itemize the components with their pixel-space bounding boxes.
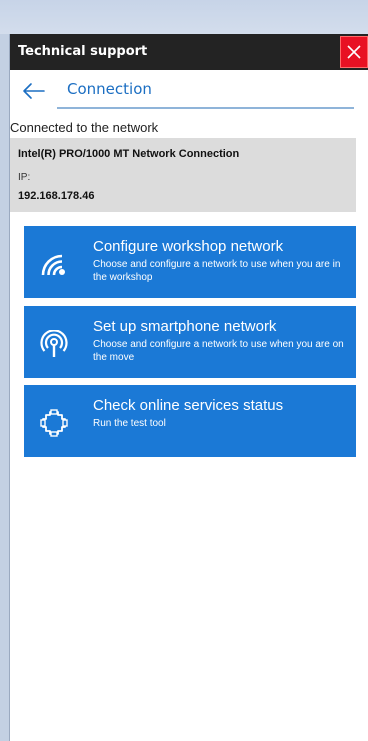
close-button[interactable]: [340, 36, 368, 68]
set-up-smartphone-network-button[interactable]: Set up smartphone network Choose and con…: [24, 306, 356, 378]
services-status-icon: [40, 409, 68, 437]
arrow-left-icon: [23, 83, 45, 99]
desktop-background: [0, 0, 368, 34]
action-title: Set up smartphone network: [93, 318, 277, 335]
window-left-edge: [0, 34, 10, 741]
configure-workshop-network-button[interactable]: Configure workshop network Choose and co…: [24, 226, 356, 298]
close-icon: [347, 45, 361, 59]
check-online-services-status-button[interactable]: Check online services status Run the tes…: [24, 385, 356, 457]
title-bar: Technical support: [10, 34, 368, 70]
back-button[interactable]: [22, 80, 48, 102]
action-title: Configure workshop network: [93, 238, 284, 255]
antenna-icon: [40, 330, 68, 357]
window-title: Technical support: [18, 44, 148, 59]
network-adapter-name: Intel(R) PRO/1000 MT Network Connection: [18, 148, 240, 160]
page-title: Connection: [67, 80, 152, 98]
action-description: Choose and configure a network to use wh…: [93, 339, 344, 363]
action-description: Choose and configure a network to use wh…: [93, 259, 341, 283]
ip-label: IP:: [18, 172, 31, 183]
connection-info-box: Intel(R) PRO/1000 MT Network Connection …: [10, 138, 356, 212]
action-title: Check online services status: [93, 397, 284, 414]
header-underline: [57, 107, 354, 109]
wifi-icon: [41, 254, 65, 276]
connection-status-label: Connected to the network: [10, 120, 159, 135]
ip-address: 192.168.178.46: [18, 190, 95, 202]
technical-support-panel: Technical support Connection Connected t…: [10, 34, 368, 741]
navigation-header: Connection: [10, 70, 368, 110]
action-description: Run the test tool: [93, 418, 166, 429]
